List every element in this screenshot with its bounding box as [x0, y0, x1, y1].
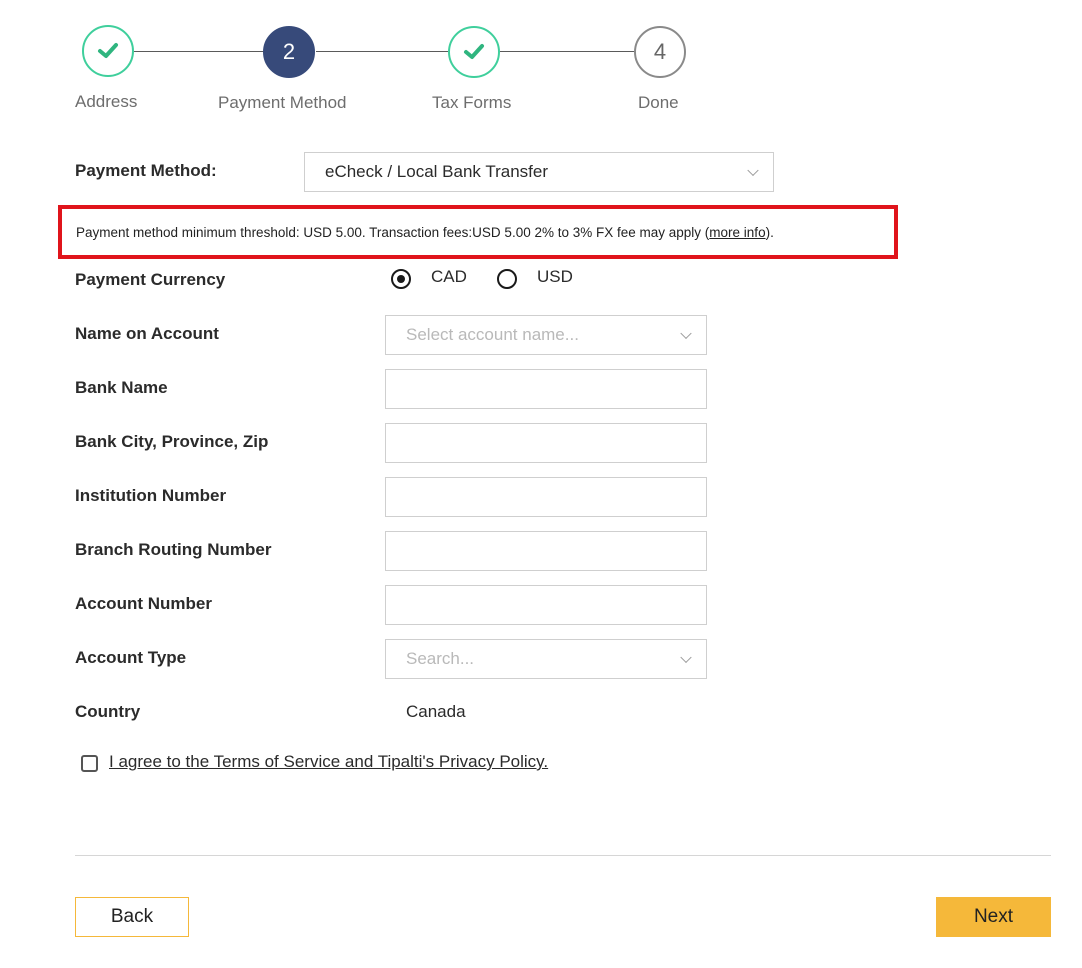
- check-icon: [98, 43, 118, 58]
- payment-method-select[interactable]: eCheck / Local Bank Transfer: [304, 152, 774, 192]
- stepper-connector: [316, 51, 448, 52]
- payment-method-label: Payment Method:: [75, 161, 217, 180]
- notice-text: Payment method minimum threshold: USD 5.…: [76, 224, 710, 240]
- back-button[interactable]: Back: [75, 897, 189, 937]
- bank-city-label: Bank City, Province, Zip: [75, 432, 269, 451]
- country-label: Country: [75, 702, 141, 721]
- stepper-connector: [134, 51, 264, 52]
- step-number: 4: [653, 39, 667, 64]
- account-number-input[interactable]: [385, 585, 707, 625]
- chevron-down-icon: [747, 164, 759, 177]
- name-on-account-select[interactable]: Select account name...: [385, 315, 707, 355]
- step-payment-method-circle[interactable]: 2: [263, 26, 315, 78]
- notice-suffix: ).: [765, 224, 774, 240]
- step-tax-forms-circle[interactable]: [448, 26, 500, 78]
- institution-number-label: Institution Number: [75, 486, 227, 505]
- step-label-address: Address: [75, 92, 138, 111]
- currency-usd-radio[interactable]: [497, 269, 517, 289]
- step-label-tax-forms: Tax Forms: [432, 93, 512, 112]
- payment-threshold-notice: Payment method minimum threshold: USD 5.…: [58, 205, 898, 259]
- progress-stepper: 2 4 Address Payment Method Tax Forms Don…: [0, 0, 760, 130]
- account-number-label: Account Number: [75, 594, 212, 613]
- currency-usd-label[interactable]: USD: [537, 267, 573, 287]
- currency-cad-radio[interactable]: [391, 269, 411, 289]
- agree-checkbox[interactable]: [81, 755, 98, 772]
- step-done-circle[interactable]: 4: [634, 26, 686, 78]
- stepper-connector: [500, 51, 634, 52]
- payment-method-value: eCheck / Local Bank Transfer: [325, 162, 549, 181]
- payment-currency-label: Payment Currency: [75, 270, 226, 289]
- chevron-down-icon: [680, 651, 692, 664]
- name-on-account-placeholder: Select account name...: [406, 325, 579, 344]
- terms-privacy-link[interactable]: I agree to the Terms of Service and Tipa…: [109, 752, 548, 772]
- branch-routing-number-label: Branch Routing Number: [75, 540, 272, 559]
- branch-routing-number-input[interactable]: [385, 531, 707, 571]
- step-label-payment-method: Payment Method: [218, 93, 347, 112]
- step-number: 2: [282, 39, 296, 64]
- bank-city-input[interactable]: [385, 423, 707, 463]
- check-icon: [464, 44, 484, 59]
- chevron-down-icon: [680, 327, 692, 340]
- account-type-label: Account Type: [75, 648, 187, 667]
- bank-name-input[interactable]: [385, 369, 707, 409]
- country-value: Canada: [406, 702, 466, 721]
- next-button[interactable]: Next: [936, 897, 1051, 937]
- footer-divider: [75, 855, 1051, 856]
- account-type-select[interactable]: Search...: [385, 639, 707, 679]
- currency-cad-label[interactable]: CAD: [431, 267, 467, 287]
- name-on-account-label: Name on Account: [75, 324, 219, 343]
- account-type-placeholder: Search...: [406, 649, 475, 668]
- step-label-done: Done: [638, 93, 679, 112]
- step-address-circle[interactable]: [82, 25, 134, 77]
- more-info-link[interactable]: more info: [709, 225, 765, 240]
- institution-number-input[interactable]: [385, 477, 707, 517]
- bank-name-label: Bank Name: [75, 378, 168, 397]
